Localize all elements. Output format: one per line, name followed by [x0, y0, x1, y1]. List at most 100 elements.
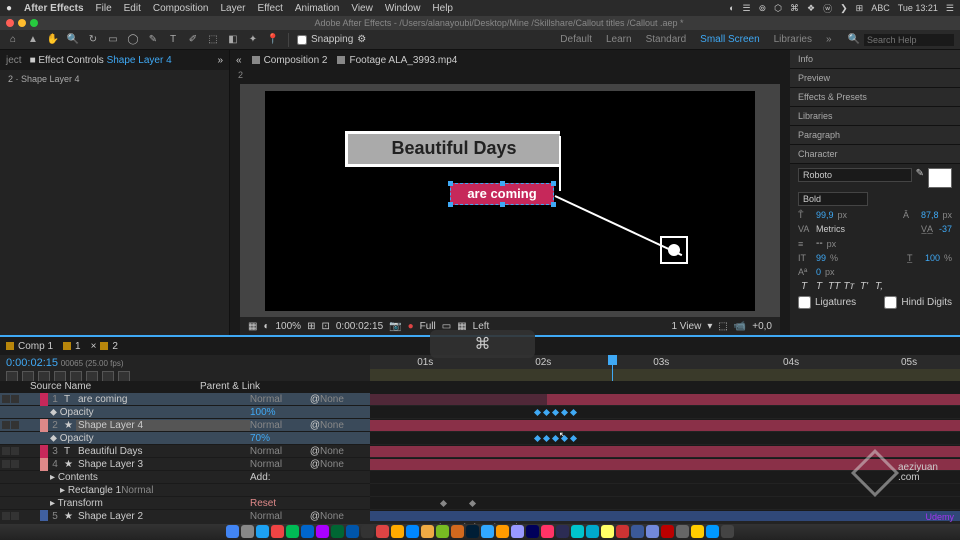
- ws-learn[interactable]: Learn: [606, 34, 632, 45]
- super-button[interactable]: T': [858, 281, 870, 292]
- hindi-check[interactable]: [884, 296, 897, 309]
- text-tool-icon[interactable]: T: [166, 33, 180, 47]
- app-menu[interactable]: After Effects: [24, 3, 83, 14]
- layer-prop[interactable]: ⬥ Opacity100%: [0, 406, 370, 419]
- project-item[interactable]: 2 · Shape Layer 4: [0, 70, 229, 88]
- timeline-tab-2[interactable]: × 2: [91, 341, 118, 352]
- kerning[interactable]: Metrics: [816, 224, 845, 234]
- exposure[interactable]: +0,0: [752, 321, 772, 332]
- pickwhip-icon[interactable]: @: [310, 394, 320, 405]
- dock-app-icon[interactable]: [301, 525, 314, 538]
- pickwhip-icon[interactable]: @: [310, 459, 320, 470]
- dock-app-icon[interactable]: [601, 525, 614, 538]
- dock-app-icon[interactable]: [556, 525, 569, 538]
- zoom-button[interactable]: [30, 19, 38, 27]
- 3d-icon[interactable]: ⬚: [718, 321, 727, 332]
- italic-button[interactable]: T: [813, 281, 825, 292]
- dock-app-icon[interactable]: [361, 525, 374, 538]
- pen-tool-icon[interactable]: ✎: [146, 33, 160, 47]
- subtitle-box[interactable]: are coming: [450, 183, 554, 205]
- bold-button[interactable]: T: [798, 281, 810, 292]
- snap-opts-icon[interactable]: ⚙: [357, 34, 366, 45]
- layer-prop[interactable]: ⬥ Opacity70%: [0, 432, 370, 445]
- panel-effects[interactable]: Effects & Presets: [790, 88, 960, 107]
- snapshot-icon[interactable]: 📷: [389, 321, 401, 332]
- dock-app-icon[interactable]: [646, 525, 659, 538]
- dock-app-icon[interactable]: [526, 525, 539, 538]
- minimize-button[interactable]: [18, 19, 26, 27]
- menubar-icon[interactable]: ❖: [807, 3, 815, 14]
- dock-app-icon[interactable]: [466, 525, 479, 538]
- effect-controls-tab[interactable]: ■ Effect Controls Shape Layer 4: [30, 55, 172, 66]
- font-style-select[interactable]: Bold: [798, 192, 868, 206]
- layer-prop[interactable]: ▸ ContentsAdd:: [0, 471, 370, 484]
- dock-app-icon[interactable]: [616, 525, 629, 538]
- work-area[interactable]: [370, 369, 960, 381]
- layer-row[interactable]: 4★Shape Layer 3Normal@None: [0, 458, 370, 471]
- dock-app-icon[interactable]: [406, 525, 419, 538]
- menu-file[interactable]: File: [96, 3, 112, 14]
- hand-tool-icon[interactable]: ✋: [46, 33, 60, 47]
- menubar-icon[interactable]: ⊚: [759, 3, 767, 14]
- menubar-icon[interactable]: ⓦ: [823, 2, 832, 15]
- dock-app-icon[interactable]: [661, 525, 674, 538]
- menu-view[interactable]: View: [351, 3, 373, 14]
- grid-icon[interactable]: ⊞: [307, 321, 315, 332]
- caps-button[interactable]: TT: [828, 281, 840, 292]
- layer-prop[interactable]: ▸ Rectangle 1Normal: [0, 484, 370, 497]
- ws-default[interactable]: Default: [560, 34, 592, 45]
- menubar-icon[interactable]: ⊞: [856, 3, 864, 14]
- playhead[interactable]: [612, 355, 613, 381]
- current-timecode[interactable]: 0:00:02:15: [6, 357, 58, 369]
- dock-app-icon[interactable]: [286, 525, 299, 538]
- layer-row[interactable]: 5★Shape Layer 2Normal@None: [0, 510, 370, 521]
- menu-animation[interactable]: Animation: [295, 3, 339, 14]
- menu-composition[interactable]: Composition: [153, 3, 209, 14]
- layer-row[interactable]: 3TBeautiful DaysNormal@None: [0, 445, 370, 458]
- dock-app-icon[interactable]: [256, 525, 269, 538]
- baseline[interactable]: 0: [816, 267, 821, 277]
- panel-character[interactable]: Character: [790, 145, 960, 164]
- selection-tool-icon[interactable]: ▲: [26, 33, 40, 47]
- dock-app-icon[interactable]: [226, 525, 239, 538]
- dock-app-icon[interactable]: [391, 525, 404, 538]
- spotlight-icon[interactable]: ☰: [946, 3, 954, 14]
- panel-info[interactable]: Info: [790, 50, 960, 69]
- puppet-tool-icon[interactable]: 📍: [266, 33, 280, 47]
- hscale[interactable]: 100: [925, 253, 940, 263]
- dock-app-icon[interactable]: [571, 525, 584, 538]
- dock-app-icon[interactable]: [511, 525, 524, 538]
- dock-app-icon[interactable]: [241, 525, 254, 538]
- comp-tab[interactable]: Composition 2: [252, 55, 328, 66]
- camera-icon[interactable]: 📹: [734, 321, 746, 332]
- roto-tool-icon[interactable]: ✦: [246, 33, 260, 47]
- layer-prop[interactable]: ▸ TransformReset: [0, 497, 370, 510]
- timeline-tab-1[interactable]: 1: [63, 341, 81, 352]
- ws-standard[interactable]: Standard: [646, 34, 687, 45]
- timecode[interactable]: 0:00:02:15: [336, 321, 383, 332]
- close-button[interactable]: [6, 19, 14, 27]
- font-size[interactable]: 99,9: [816, 210, 834, 220]
- search-input[interactable]: [864, 34, 954, 46]
- guide-icon[interactable]: ⊡: [321, 321, 329, 332]
- dock-app-icon[interactable]: [451, 525, 464, 538]
- dock-app-icon[interactable]: [586, 525, 599, 538]
- leading[interactable]: 87,8: [921, 210, 939, 220]
- menubar-icon[interactable]: ❯: [840, 3, 848, 14]
- dock-app-icon[interactable]: [481, 525, 494, 538]
- sub-button[interactable]: T,: [873, 281, 885, 292]
- tracking[interactable]: -37: [939, 224, 952, 234]
- footage-tab[interactable]: Footage ALA_3993.mp4: [337, 55, 457, 66]
- dock-app-icon[interactable]: [271, 525, 284, 538]
- zoom-tool-icon[interactable]: 🔍: [66, 33, 80, 47]
- ws-small-screen[interactable]: Small Screen: [700, 34, 759, 45]
- dock-app-icon[interactable]: [691, 525, 704, 538]
- pickwhip-icon[interactable]: @: [310, 511, 320, 522]
- alpha-toggle-icon[interactable]: ▦: [248, 321, 257, 332]
- dock-app-icon[interactable]: [376, 525, 389, 538]
- smallcaps-button[interactable]: Tᴛ: [843, 281, 855, 292]
- mask-toggle-icon[interactable]: ◐: [263, 321, 269, 332]
- dock-app-icon[interactable]: [676, 525, 689, 538]
- panel-preview[interactable]: Preview: [790, 69, 960, 88]
- panel-paragraph[interactable]: Paragraph: [790, 126, 960, 145]
